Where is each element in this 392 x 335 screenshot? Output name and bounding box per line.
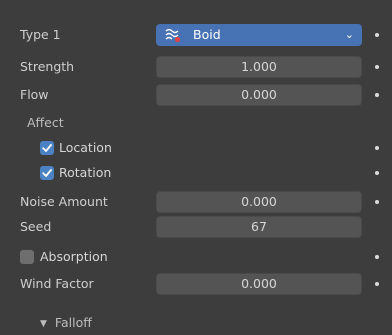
location-checkbox[interactable]	[40, 141, 54, 155]
strength-row: Strength 1.000	[0, 55, 392, 79]
type1-value: Boid	[193, 27, 221, 42]
location-label[interactable]: Location	[59, 140, 112, 155]
rotation-row: Rotation	[0, 161, 392, 185]
seed-row: Seed 67	[0, 215, 392, 239]
strength-label: Strength	[20, 59, 75, 74]
flow-field[interactable]: 0.000	[156, 84, 362, 106]
checkmark-icon	[42, 144, 52, 152]
absorption-label[interactable]: Absorption	[40, 249, 108, 264]
wind-factor-field[interactable]: 0.000	[156, 273, 362, 295]
type1-label: Type 1	[20, 27, 61, 42]
rotation-label[interactable]: Rotation	[59, 165, 111, 180]
affect-label: Affect	[27, 115, 64, 130]
noise-amount-label: Noise Amount	[20, 194, 108, 209]
chevron-down-icon: ⌄	[344, 28, 354, 41]
keyframe-dot-icon[interactable]	[375, 93, 379, 97]
keyframe-dot-icon[interactable]	[375, 33, 379, 37]
noise-amount-row: Noise Amount 0.000	[0, 190, 392, 214]
absorption-row: Absorption	[0, 245, 392, 269]
wind-factor-label: Wind Factor	[20, 276, 94, 291]
keyframe-dot-icon[interactable]	[375, 146, 379, 150]
affect-row: Affect	[0, 111, 392, 135]
noise-amount-field[interactable]: 0.000	[156, 191, 362, 213]
type1-dropdown[interactable]: Boid ⌄	[156, 24, 362, 46]
seed-field[interactable]: 67	[156, 216, 362, 238]
keyframe-dot-icon[interactable]	[375, 200, 379, 204]
falloff-label: Falloff	[54, 315, 92, 330]
falloff-panel-header[interactable]: ▼ Falloff	[0, 311, 392, 335]
flow-label: Flow	[20, 87, 49, 102]
keyframe-dot-icon[interactable]	[375, 171, 379, 175]
strength-field[interactable]: 1.000	[156, 56, 362, 78]
keyframe-dot-icon[interactable]	[375, 282, 379, 286]
wind-factor-row: Wind Factor 0.000	[0, 272, 392, 296]
flow-row: Flow 0.000	[0, 83, 392, 107]
falloff-toggle[interactable]: ▼ Falloff	[40, 315, 92, 330]
force-field-panel: Type 1 Boid ⌄ Strength 1.000 Flow 0.000 …	[0, 0, 392, 331]
location-row: Location	[0, 136, 392, 160]
keyframe-dot-icon[interactable]	[375, 65, 379, 69]
rotation-checkbox[interactable]	[40, 166, 54, 180]
boid-icon	[165, 28, 181, 43]
type1-row: Type 1 Boid ⌄	[0, 23, 392, 47]
seed-label: Seed	[20, 219, 52, 234]
absorption-checkbox[interactable]	[20, 250, 34, 264]
keyframe-dot-icon[interactable]	[375, 255, 379, 259]
disclosure-triangle-icon: ▼	[40, 319, 47, 329]
checkmark-icon	[42, 169, 52, 177]
